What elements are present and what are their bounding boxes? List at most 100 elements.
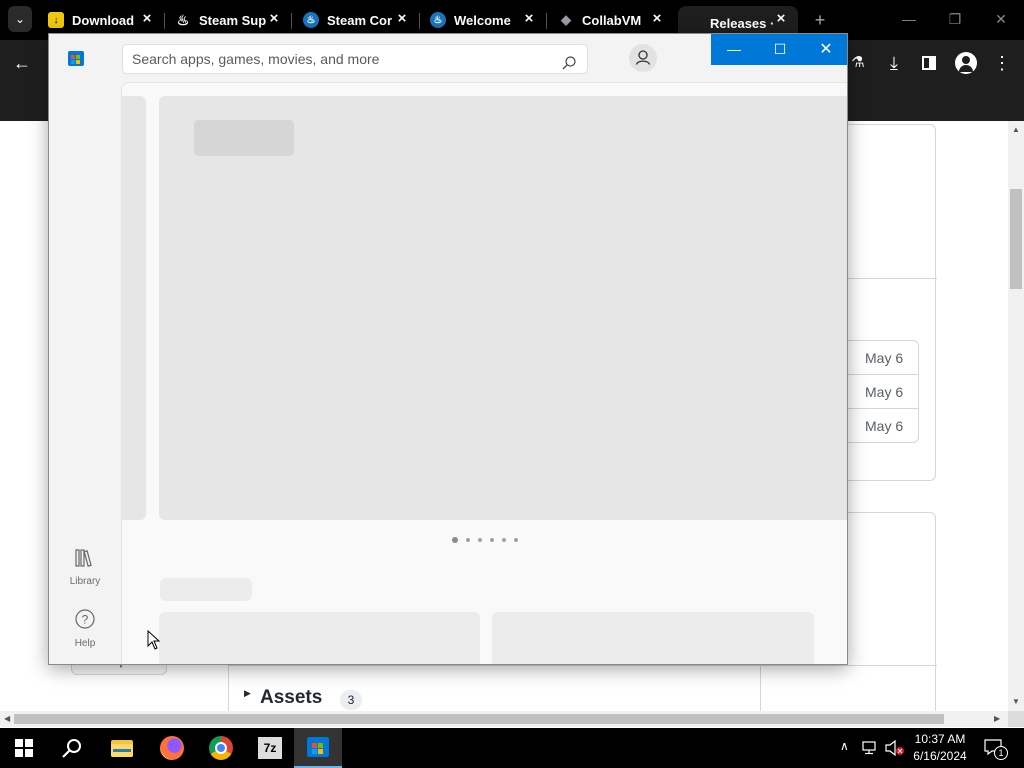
network-icon[interactable] bbox=[862, 741, 880, 755]
store-search-input[interactable]: Search apps, games, movies, and more bbox=[122, 44, 588, 74]
clock-date: 6/16/2024 bbox=[913, 749, 967, 763]
scroll-right-arrow-icon[interactable]: ▶ bbox=[994, 714, 1000, 723]
restore-window-button[interactable]: ❐ bbox=[941, 5, 969, 33]
vertical-scrollbar[interactable]: ▲ ▼ bbox=[1008, 121, 1024, 713]
carousel-dot[interactable] bbox=[452, 537, 458, 543]
file-explorer-button[interactable] bbox=[98, 728, 146, 768]
hero-carousel-prev-slide[interactable] bbox=[122, 96, 146, 520]
notification-count-badge: 1 bbox=[994, 746, 1008, 760]
firefox-icon bbox=[160, 736, 184, 760]
taskbar-clock[interactable]: 10:37 AM 6/16/2024 bbox=[912, 732, 968, 763]
close-tab-icon[interactable]: × bbox=[395, 11, 409, 26]
new-tab-button[interactable]: + bbox=[806, 6, 834, 34]
nav-help-label: Help bbox=[74, 638, 96, 649]
scrollbar-corner bbox=[1008, 711, 1024, 727]
labs-flask-icon[interactable]: ⚗ bbox=[844, 49, 872, 77]
minimize-window-button[interactable]: — bbox=[895, 5, 923, 33]
7zip-button[interactable]: 7z bbox=[246, 728, 294, 768]
close-window-button[interactable]: ✕ bbox=[987, 5, 1015, 33]
store-logo-icon bbox=[68, 51, 84, 66]
tab-title: Steam Cor bbox=[327, 12, 393, 28]
chrome-icon bbox=[209, 736, 233, 760]
close-tab-icon[interactable]: × bbox=[650, 11, 664, 26]
mouse-cursor-icon bbox=[147, 629, 161, 650]
tab-title: Welcome bbox=[454, 12, 511, 28]
tab-divider bbox=[291, 13, 292, 29]
tab-title: Releases · bbox=[710, 15, 775, 31]
firefox-button[interactable] bbox=[148, 728, 196, 768]
vertical-scroll-thumb[interactable] bbox=[1010, 189, 1022, 289]
tab-search-button[interactable]: ⌄ bbox=[8, 6, 32, 32]
back-arrow-icon[interactable]: ← bbox=[8, 49, 36, 77]
start-button[interactable] bbox=[0, 728, 48, 768]
carousel-dot[interactable] bbox=[490, 538, 494, 542]
carousel-dot[interactable] bbox=[514, 538, 518, 542]
store-taskbar-icon bbox=[307, 737, 329, 757]
carousel-dot[interactable] bbox=[478, 538, 482, 542]
scroll-down-arrow-icon[interactable]: ▼ bbox=[1012, 697, 1020, 706]
account-icon[interactable] bbox=[629, 44, 657, 72]
assets-heading[interactable]: Assets bbox=[260, 687, 322, 709]
nav-library[interactable]: Library bbox=[57, 544, 113, 587]
expand-triangle-icon[interactable]: ▶ bbox=[244, 688, 251, 699]
hero-title-placeholder bbox=[194, 120, 294, 156]
chrome-button[interactable] bbox=[197, 728, 245, 768]
windows-taskbar: 7z ∧ 10:37 AM 6/16/2024 1 bbox=[0, 728, 1024, 768]
scroll-up-arrow-icon[interactable]: ▲ bbox=[1012, 125, 1020, 134]
horizontal-scrollbar[interactable]: ◀ ▶ bbox=[0, 711, 1008, 727]
carousel-pager[interactable] bbox=[452, 537, 522, 545]
card-divider bbox=[761, 665, 937, 666]
store-close-button[interactable]: ✕ bbox=[803, 34, 847, 65]
assets-count-badge: 3 bbox=[340, 690, 362, 710]
close-tab-icon[interactable]: × bbox=[774, 11, 788, 26]
search-icon bbox=[62, 739, 81, 758]
tab-title: CollabVM bbox=[582, 12, 642, 28]
search-icon[interactable] bbox=[561, 52, 577, 70]
search-taskbar-button[interactable] bbox=[48, 728, 96, 768]
windows-logo-icon bbox=[15, 739, 33, 757]
microsoft-store-taskbar-button[interactable] bbox=[294, 728, 342, 768]
volume-muted-icon[interactable] bbox=[885, 739, 905, 757]
microsoft-store-window: Search apps, games, movies, and more — ☐… bbox=[48, 33, 848, 665]
store-minimize-button[interactable]: — bbox=[711, 34, 757, 65]
clock-time: 10:37 AM bbox=[914, 732, 966, 746]
hero-carousel-slide[interactable] bbox=[159, 96, 847, 520]
downloader-icon: ↓ bbox=[48, 12, 64, 28]
steam-icon: ♨ bbox=[176, 11, 190, 28]
carousel-dot[interactable] bbox=[502, 538, 506, 542]
tab-divider bbox=[164, 13, 165, 29]
section-title-placeholder bbox=[160, 578, 252, 601]
scroll-left-arrow-icon[interactable]: ◀ bbox=[4, 714, 10, 723]
app-card-placeholder[interactable] bbox=[159, 612, 480, 664]
download-icon[interactable]: ⤓ bbox=[880, 49, 908, 77]
store-window-controls: — ☐ ✕ bbox=[711, 34, 847, 65]
nav-library-label: Library bbox=[69, 576, 101, 587]
horizontal-scroll-thumb[interactable] bbox=[14, 714, 944, 724]
show-hidden-icons-chevron-icon[interactable]: ∧ bbox=[840, 739, 849, 753]
steam-icon: ♨ bbox=[303, 12, 319, 28]
tab-welcome[interactable]: ♨ Welcome × bbox=[422, 6, 547, 34]
folder-icon bbox=[111, 739, 133, 757]
tab-title: Steam Sup bbox=[199, 12, 267, 28]
more-menu-icon[interactable]: ⋮ bbox=[988, 49, 1016, 77]
tab-download[interactable]: ↓ Download × bbox=[40, 6, 165, 34]
close-tab-icon[interactable]: × bbox=[267, 11, 281, 26]
profile-avatar-icon[interactable] bbox=[955, 52, 977, 74]
section-divider bbox=[229, 665, 761, 666]
search-placeholder: Search apps, games, movies, and more bbox=[132, 51, 380, 67]
tab-steam-community[interactable]: ♨ Steam Cor × bbox=[295, 6, 420, 34]
carousel-dot[interactable] bbox=[466, 538, 470, 542]
tab-collabvm[interactable]: ◆ CollabVM × bbox=[550, 6, 674, 34]
close-tab-icon[interactable]: × bbox=[140, 11, 154, 26]
action-center-icon[interactable]: 1 bbox=[984, 739, 1008, 760]
steam-icon: ♨ bbox=[430, 12, 446, 28]
close-tab-icon[interactable]: × bbox=[522, 11, 536, 26]
help-icon: ? bbox=[57, 606, 113, 630]
tab-divider bbox=[419, 13, 420, 29]
tab-steam-support[interactable]: ♨ Steam Sup × bbox=[167, 6, 292, 34]
side-panel-icon[interactable] bbox=[922, 56, 936, 70]
nav-help[interactable]: ? Help bbox=[57, 606, 113, 649]
app-card-placeholder[interactable] bbox=[492, 612, 814, 664]
store-maximize-button[interactable]: ☐ bbox=[757, 34, 803, 65]
tab-divider bbox=[546, 13, 547, 29]
